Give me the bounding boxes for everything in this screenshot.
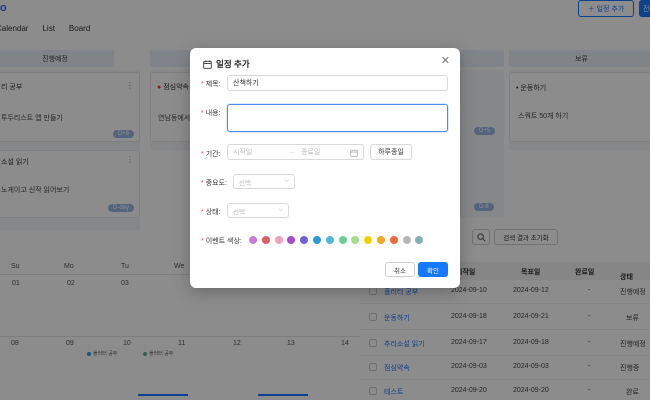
status-select[interactable]: 선택 ⌵ xyxy=(227,203,289,218)
end-date-placeholder: 종료일 xyxy=(301,149,321,156)
color-swatch[interactable] xyxy=(287,236,296,244)
color-swatch[interactable] xyxy=(274,236,283,244)
color-swatch[interactable] xyxy=(249,236,257,244)
title-input[interactable]: 산책하기 xyxy=(227,75,448,91)
chevron-down-icon: ⌵ xyxy=(284,178,289,184)
range-arrow: → xyxy=(288,148,295,156)
priority-label: * 중요도: xyxy=(201,180,227,187)
modal-title: 일정 추가 xyxy=(203,58,250,70)
period-label: * 기간: xyxy=(201,151,221,158)
color-swatch[interactable] xyxy=(389,236,398,244)
content-textarea[interactable] xyxy=(227,104,448,132)
color-swatch[interactable] xyxy=(364,236,373,244)
color-swatch[interactable] xyxy=(325,236,334,244)
cancel-button[interactable]: 취소 xyxy=(385,262,415,277)
color-label: * 이벤트 색상: xyxy=(201,238,242,245)
status-placeholder: 선택 xyxy=(233,208,245,216)
add-event-modal: 일정 추가 ✕ * 제목: 산책하기 * 내용: * 기간: 시작일 → 종료일 하루… xyxy=(190,48,460,288)
start-date-placeholder: 시작일 xyxy=(233,149,253,156)
calendar-icon xyxy=(350,149,358,157)
color-swatch[interactable] xyxy=(351,236,360,244)
calendar-icon xyxy=(203,59,212,69)
all-day-button[interactable]: 하루종일 xyxy=(370,144,412,160)
color-swatch[interactable] xyxy=(415,236,424,244)
color-swatch[interactable] xyxy=(261,236,270,244)
confirm-button[interactable]: 확인 xyxy=(418,262,448,277)
modal-title-text: 일정 추가 xyxy=(216,59,250,69)
color-swatch[interactable] xyxy=(338,236,347,244)
color-swatch[interactable] xyxy=(402,236,411,244)
close-icon[interactable]: ✕ xyxy=(441,56,450,67)
status-label: * 상태: xyxy=(201,209,221,216)
title-label: * 제목: xyxy=(201,81,221,88)
date-range-picker[interactable]: 시작일 → 종료일 xyxy=(227,144,364,160)
priority-placeholder: 선택 xyxy=(239,179,251,187)
content-label: * 내용: xyxy=(201,110,221,117)
chevron-down-icon: ⌵ xyxy=(278,207,283,213)
color-swatch[interactable] xyxy=(313,236,321,244)
color-swatch[interactable] xyxy=(377,236,385,244)
color-swatch[interactable] xyxy=(300,236,309,244)
priority-select[interactable]: 선택 ⌵ xyxy=(233,174,295,189)
